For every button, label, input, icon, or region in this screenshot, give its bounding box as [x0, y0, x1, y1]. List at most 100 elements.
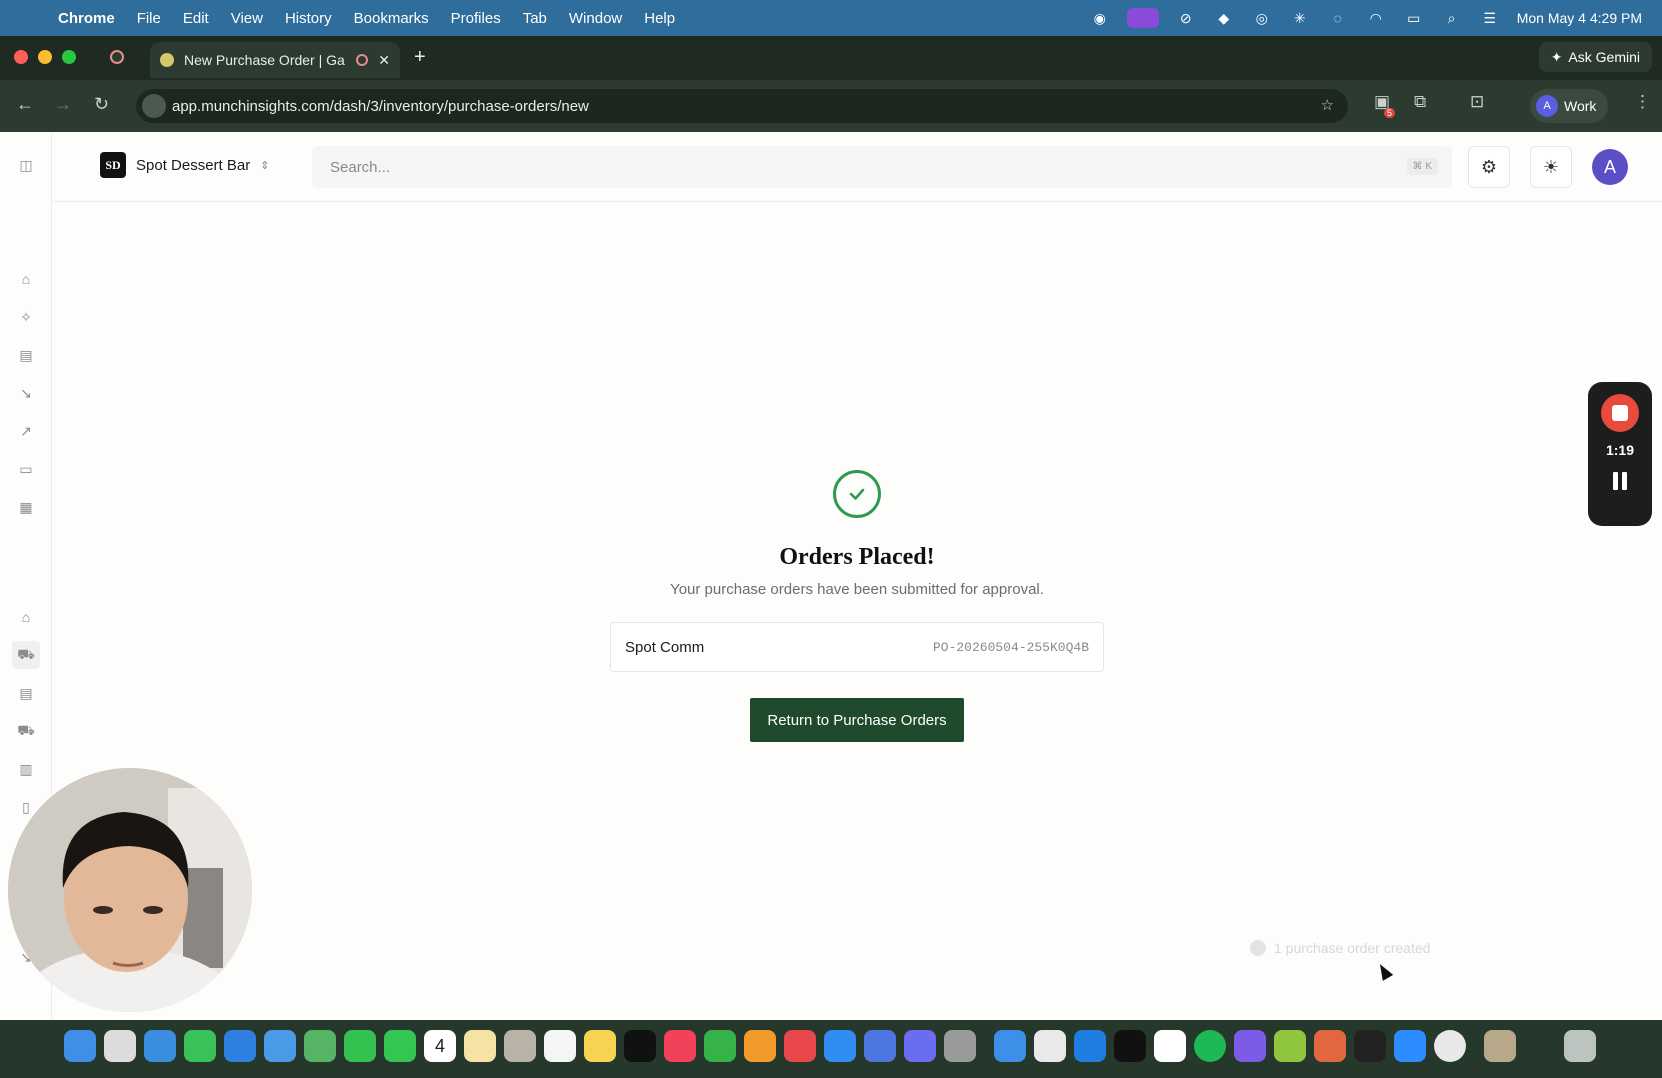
truck-icon[interactable]: ⛟: [17, 722, 35, 740]
settings-button[interactable]: ⚙: [1468, 146, 1510, 188]
folder-icon[interactable]: [1484, 1030, 1516, 1062]
clipboard-icon[interactable]: ▤: [17, 346, 35, 364]
box-icon[interactable]: ◆: [1213, 9, 1235, 27]
notes-icon[interactable]: [584, 1030, 616, 1062]
menu-history[interactable]: History: [285, 10, 332, 27]
screen-share-icon[interactable]: [1126, 8, 1159, 28]
pause-recording-button[interactable]: [1613, 472, 1627, 490]
ipad-icon[interactable]: [864, 1030, 896, 1062]
mail-icon[interactable]: [264, 1030, 296, 1062]
menu-edit[interactable]: Edit: [183, 10, 209, 27]
record-status-icon[interactable]: ◎: [1251, 9, 1273, 27]
spiral-status-icon[interactable]: ◌: [1327, 9, 1349, 27]
maps-icon[interactable]: [304, 1030, 336, 1062]
photos-icon[interactable]: [464, 1030, 496, 1062]
menu-profiles[interactable]: Profiles: [451, 10, 501, 27]
forward-button[interactable]: →: [54, 94, 72, 115]
trending-up-icon[interactable]: ↗: [17, 422, 35, 440]
stop-recording-button[interactable]: [1601, 394, 1639, 432]
xcode-icon[interactable]: [1074, 1030, 1106, 1062]
menu-file[interactable]: File: [137, 10, 161, 27]
sparkle-icon[interactable]: ✧: [17, 308, 35, 326]
address-bar[interactable]: app.munchinsights.com/dash/3/inventory/p…: [136, 89, 1348, 123]
menu-help[interactable]: Help: [644, 10, 675, 27]
notion-icon[interactable]: [1154, 1030, 1186, 1062]
terminal-icon[interactable]: [1114, 1030, 1146, 1062]
home-icon[interactable]: ⌂: [17, 270, 35, 288]
sidebar-toggle-icon[interactable]: ◫: [17, 156, 35, 174]
menu-window[interactable]: Window: [569, 10, 622, 27]
menu-app-name[interactable]: Chrome: [58, 10, 115, 27]
launchpad-icon[interactable]: [104, 1030, 136, 1062]
reload-button[interactable]: ↻: [94, 94, 109, 115]
spotify-icon[interactable]: [1194, 1030, 1226, 1062]
settings-icon[interactable]: [944, 1030, 976, 1062]
pages-icon[interactable]: [744, 1030, 776, 1062]
extensions-puzzle-icon[interactable]: ⧉: [1414, 92, 1426, 112]
user-avatar[interactable]: A: [1592, 149, 1628, 185]
checklist-icon[interactable]: ▥: [17, 760, 35, 778]
recording-tab-icon[interactable]: [110, 50, 124, 64]
chrome-icon[interactable]: [1434, 1030, 1466, 1062]
arc-icon[interactable]: [1234, 1030, 1266, 1062]
linear-icon[interactable]: [1034, 1030, 1066, 1062]
music-icon[interactable]: [664, 1030, 696, 1062]
browser-menu-icon[interactable]: ⋮: [1634, 92, 1651, 112]
tab-audio-icon[interactable]: [356, 54, 369, 66]
menu-clock[interactable]: Mon May 4 4:29 PM: [1517, 10, 1642, 26]
appstore-icon[interactable]: [824, 1030, 856, 1062]
invoice-icon[interactable]: ▤: [17, 684, 35, 702]
zoom-icon[interactable]: [1394, 1030, 1426, 1062]
trash-icon[interactable]: ▯: [17, 798, 35, 816]
rocket-icon[interactable]: [784, 1030, 816, 1062]
return-to-purchase-orders-button[interactable]: Return to Purchase Orders: [750, 698, 964, 742]
search-input[interactable]: Search... ⌘ K: [312, 146, 1452, 188]
safari-icon[interactable]: [144, 1030, 176, 1062]
tab-close-icon[interactable]: ✕: [378, 52, 390, 69]
back-button[interactable]: ←: [16, 94, 34, 115]
chatgpt-icon[interactable]: [1274, 1030, 1306, 1062]
menu-view[interactable]: View: [231, 10, 263, 27]
mute-icon[interactable]: ⊘: [1175, 9, 1197, 27]
tv-icon[interactable]: [624, 1030, 656, 1062]
reminders-icon[interactable]: [544, 1030, 576, 1062]
ask-gemini-button[interactable]: ✦ Ask Gemini: [1538, 42, 1652, 72]
minimize-window-button[interactable]: [38, 50, 52, 64]
calendar-icon[interactable]: ▦: [17, 498, 35, 516]
store-switcher[interactable]: SD Spot Dessert Bar ⇕: [100, 152, 269, 178]
close-window-button[interactable]: [14, 50, 28, 64]
control-center-icon[interactable]: ☰: [1479, 9, 1501, 27]
finder-icon[interactable]: [64, 1030, 96, 1062]
maximize-window-button[interactable]: [62, 50, 76, 64]
facetime-icon[interactable]: [344, 1030, 376, 1062]
messages-icon[interactable]: [184, 1030, 216, 1062]
trending-down-icon[interactable]: ↘: [17, 384, 35, 402]
inbox-icon[interactable]: ▭: [17, 460, 35, 478]
menu-tab[interactable]: Tab: [523, 10, 547, 27]
profile-button[interactable]: A Work: [1530, 89, 1609, 123]
zoom-status-icon[interactable]: ◉: [1089, 9, 1111, 27]
site-info-icon[interactable]: [142, 94, 166, 118]
cube-icon[interactable]: [1354, 1030, 1386, 1062]
phone-icon[interactable]: [384, 1030, 416, 1062]
trash-icon[interactable]: [1564, 1030, 1596, 1062]
spotlight-icon[interactable]: ⌕: [1441, 9, 1463, 27]
calendar-icon[interactable]: 4: [424, 1030, 456, 1062]
keynote-icon[interactable]: [224, 1030, 256, 1062]
new-tab-button[interactable]: +: [414, 46, 426, 69]
tab-search-icon[interactable]: ⊡: [1470, 92, 1484, 112]
battery-icon[interactable]: ▭: [1403, 9, 1425, 27]
preview-icon[interactable]: [994, 1030, 1026, 1062]
menu-bookmarks[interactable]: Bookmarks: [354, 10, 429, 27]
theme-toggle-button[interactable]: ☀: [1530, 146, 1572, 188]
claude-icon[interactable]: [1314, 1030, 1346, 1062]
bookmark-star-icon[interactable]: ☆: [1321, 96, 1334, 114]
contacts-icon[interactable]: [504, 1030, 536, 1062]
cart-icon[interactable]: ⛟: [12, 641, 40, 669]
wifi-icon[interactable]: ◠: [1365, 9, 1387, 27]
numbers-icon[interactable]: [704, 1030, 736, 1062]
sparkle-status-icon[interactable]: ✳: [1289, 9, 1311, 27]
discord-icon[interactable]: [904, 1030, 936, 1062]
webcam-overlay[interactable]: [8, 768, 252, 1012]
warehouse-icon[interactable]: ⌂: [17, 608, 35, 626]
